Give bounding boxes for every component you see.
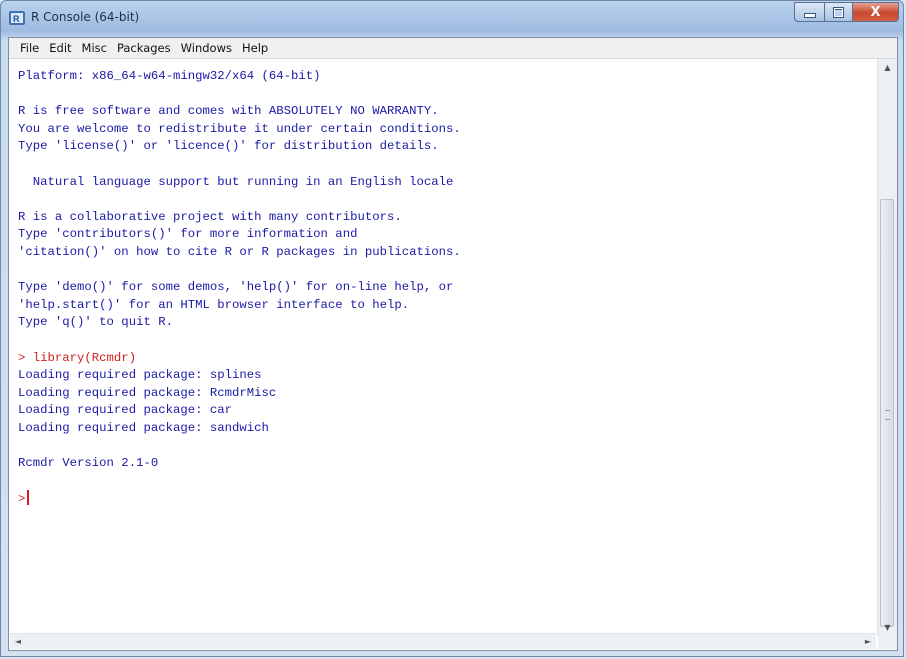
scroll-left-arrow-icon[interactable]: ◄ — [10, 634, 26, 649]
svg-text:R: R — [13, 14, 20, 24]
console-output-line: Natural language support but running in … — [18, 174, 454, 189]
console-output-line — [18, 86, 876, 104]
text-cursor-icon — [27, 490, 30, 506]
console-output-line: Platform: x86_64-w64-mingw32/x64 (64-bit… — [18, 69, 321, 83]
close-button[interactable]: X — [852, 2, 899, 22]
console-output-line: Rcmdr Version 2.1-0 — [18, 456, 159, 471]
scroll-grip-icon — [885, 410, 890, 420]
console-output-line — [18, 262, 876, 280]
console-output[interactable]: Platform: x86_64-w64-mingw32/x64 (64-bit… — [10, 59, 876, 636]
scroll-up-arrow-icon[interactable]: ▲ — [878, 59, 897, 76]
vertical-scroll-thumb[interactable] — [880, 199, 894, 627]
client-area: File Edit Misc Packages Windows Help Pla… — [8, 37, 898, 651]
console-output-line — [18, 332, 876, 350]
console-output-line: R is free software and comes with ABSOLU… — [18, 104, 439, 119]
console-output-line: Loading required package: sandwich — [18, 420, 269, 435]
menu-edit[interactable]: Edit — [44, 38, 76, 58]
console-output-line: Type 'q()' to quit R. — [18, 315, 173, 330]
console-prompt-line[interactable]: > — [18, 490, 876, 508]
scrollbar-corner — [878, 634, 897, 649]
console-prompt: > — [18, 492, 26, 507]
console-output-line — [18, 473, 876, 491]
console-output-line: R is a collaborative project with many c… — [18, 209, 402, 224]
console-input-line: > library(Rcmdr) — [18, 350, 137, 365]
menu-packages[interactable]: Packages — [112, 38, 176, 58]
horizontal-scrollbar[interactable]: ◄ ► — [10, 633, 876, 649]
console-output-line — [18, 191, 876, 209]
minimize-icon — [803, 12, 816, 18]
close-icon: X — [870, 4, 881, 20]
window-title: R Console (64-bit) — [31, 10, 140, 24]
console-output-line: Loading required package: splines — [18, 368, 262, 383]
console-output-line: Type 'license()' or 'licence()' for dist… — [18, 139, 439, 154]
menu-file[interactable]: File — [15, 38, 44, 58]
console-output-line: Type 'contributors()' for more informati… — [18, 227, 358, 242]
minimize-button[interactable] — [794, 2, 824, 22]
r-console-window: R R Console (64-bit) X File Edit Misc Pa… — [0, 0, 904, 657]
maximize-icon — [833, 6, 844, 18]
console-lines: Platform: x86_64-w64-mingw32/x64 (64-bit… — [10, 59, 876, 508]
console-output-line: 'help.start()' for an HTML browser inter… — [18, 297, 410, 312]
console-output-line: Type 'demo()' for some demos, 'help()' f… — [18, 280, 454, 295]
menu-bar: File Edit Misc Packages Windows Help — [9, 38, 897, 59]
menu-windows[interactable]: Windows — [176, 38, 237, 58]
console-output-line — [18, 437, 876, 455]
menu-misc[interactable]: Misc — [77, 38, 112, 58]
console-output-line — [18, 156, 876, 174]
console-output-line: You are welcome to redistribute it under… — [18, 121, 461, 136]
console-output-line: Loading required package: car — [18, 403, 233, 418]
r-app-icon[interactable]: R — [9, 11, 25, 25]
console-output-line: 'citation()' on how to cite R or R packa… — [18, 244, 461, 259]
title-bar[interactable]: R R Console (64-bit) X — [1, 1, 903, 37]
console-output-line: Loading required package: RcmdrMisc — [18, 385, 277, 400]
maximize-button[interactable] — [824, 2, 852, 22]
menu-help[interactable]: Help — [237, 38, 273, 58]
vertical-scrollbar[interactable]: ▲ ▼ — [877, 59, 897, 636]
scroll-right-arrow-icon[interactable]: ► — [860, 634, 876, 649]
